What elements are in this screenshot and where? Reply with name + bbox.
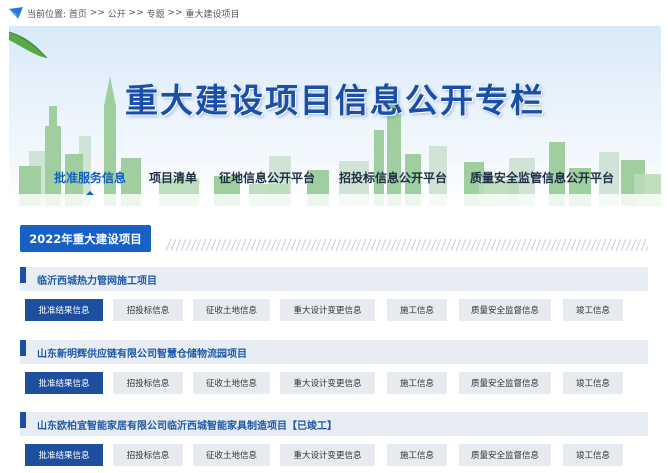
design-change-button[interactable]: 重大设计变更信息 xyxy=(280,372,375,394)
breadcrumb-item-public[interactable]: 公开 xyxy=(108,7,126,20)
quality-safety-button[interactable]: 质量安全监督信息 xyxy=(459,444,551,466)
tab-project-list[interactable]: 项目清单 xyxy=(149,169,197,186)
construction-info-button[interactable]: 施工信息 xyxy=(387,372,447,394)
bidding-info-button[interactable]: 招投标信息 xyxy=(113,444,183,466)
breadcrumb-separator: >> xyxy=(167,8,183,18)
land-acquisition-button[interactable]: 征收土地信息 xyxy=(193,444,270,466)
project-title-bar: 山东新明辉供应链有限公司智慧仓储物流园项目 xyxy=(20,340,648,364)
breadcrumb-separator: >> xyxy=(89,8,105,18)
project-name[interactable]: 山东新明辉供应链有限公司智慧仓储物流园项目 xyxy=(37,345,247,360)
land-acquisition-button[interactable]: 征收土地信息 xyxy=(193,372,270,394)
project-buttons: 批准结果信息 招投标信息 征收土地信息 重大设计变更信息 施工信息 质量安全监督… xyxy=(20,299,648,329)
project-name[interactable]: 临沂西城热力管网施工项目 xyxy=(37,272,157,287)
banner: 重大建设项目信息公开专栏 批准服务信息 项目清单 征地信息公开平台 招投标信息公… xyxy=(9,26,661,206)
project-title-bar: 临沂西城热力管网施工项目 xyxy=(20,267,648,291)
stripe-decoration xyxy=(166,239,648,251)
breadcrumb: 当前位置: 首页 >> 公开 >> 专题 >> 重大建设项目 xyxy=(0,0,668,26)
section-header: 2022年重大建设项目 xyxy=(20,225,648,253)
leaf-decoration-icon xyxy=(9,31,48,59)
approval-result-button[interactable]: 批准结果信息 xyxy=(25,372,103,394)
construction-info-button[interactable]: 施工信息 xyxy=(387,444,447,466)
breadcrumb-separator: >> xyxy=(128,8,144,18)
completion-info-button[interactable]: 竣工信息 xyxy=(563,444,623,466)
title-marker xyxy=(20,340,26,356)
project-card: 山东新明辉供应链有限公司智慧仓储物流园项目 批准结果信息 招投标信息 征收土地信… xyxy=(20,340,648,402)
tab-approval-service-info[interactable]: 批准服务信息 xyxy=(54,169,126,195)
completion-info-button[interactable]: 竣工信息 xyxy=(563,372,623,394)
project-name[interactable]: 山东欧柏宜智能家居有限公司临沂西城智能家具制造项目【已竣工】 xyxy=(37,417,337,432)
location-arrow-icon xyxy=(9,7,23,19)
project-buttons: 批准结果信息 招投标信息 征收土地信息 重大设计变更信息 施工信息 质量安全监督… xyxy=(20,372,648,402)
project-title-bar: 山东欧柏宜智能家居有限公司临沂西城智能家具制造项目【已竣工】 xyxy=(20,412,648,436)
banner-nav: 批准服务信息 项目清单 征地信息公开平台 招投标信息公开平台 质量安全监管信息公… xyxy=(9,169,661,199)
bidding-info-button[interactable]: 招投标信息 xyxy=(113,299,183,321)
breadcrumb-item-topic[interactable]: 专题 xyxy=(147,7,165,20)
breadcrumb-prefix: 当前位置: xyxy=(27,9,67,20)
breadcrumb-item-current: 重大建设项目 xyxy=(185,9,240,20)
title-marker xyxy=(20,267,26,283)
completion-info-button[interactable]: 竣工信息 xyxy=(563,299,623,321)
quality-safety-button[interactable]: 质量安全监督信息 xyxy=(459,372,551,394)
year-section-tab: 2022年重大建设项目 xyxy=(20,225,151,252)
bidding-info-button[interactable]: 招投标信息 xyxy=(113,372,183,394)
project-card: 临沂西城热力管网施工项目 批准结果信息 招投标信息 征收土地信息 重大设计变更信… xyxy=(20,267,648,329)
construction-info-button[interactable]: 施工信息 xyxy=(387,299,447,321)
project-card: 山东欧柏宜智能家居有限公司临沂西城智能家具制造项目【已竣工】 批准结果信息 招投… xyxy=(20,412,648,473)
tab-quality-safety-platform[interactable]: 质量安全监管信息公开平台 xyxy=(470,169,614,186)
design-change-button[interactable]: 重大设计变更信息 xyxy=(280,299,375,321)
banner-title: 重大建设项目信息公开专栏 xyxy=(125,81,545,120)
approval-result-button[interactable]: 批准结果信息 xyxy=(25,444,103,466)
breadcrumb-item-home[interactable]: 首页 xyxy=(69,7,87,20)
approval-result-button[interactable]: 批准结果信息 xyxy=(25,299,103,321)
quality-safety-button[interactable]: 质量安全监督信息 xyxy=(459,299,551,321)
tab-land-acquisition-platform[interactable]: 征地信息公开平台 xyxy=(219,169,315,186)
project-buttons: 批准结果信息 招投标信息 征收土地信息 重大设计变更信息 施工信息 质量安全监督… xyxy=(20,444,648,473)
title-marker xyxy=(20,412,26,428)
land-acquisition-button[interactable]: 征收土地信息 xyxy=(193,299,270,321)
tab-bidding-platform[interactable]: 招投标信息公开平台 xyxy=(339,169,447,186)
design-change-button[interactable]: 重大设计变更信息 xyxy=(280,444,375,466)
